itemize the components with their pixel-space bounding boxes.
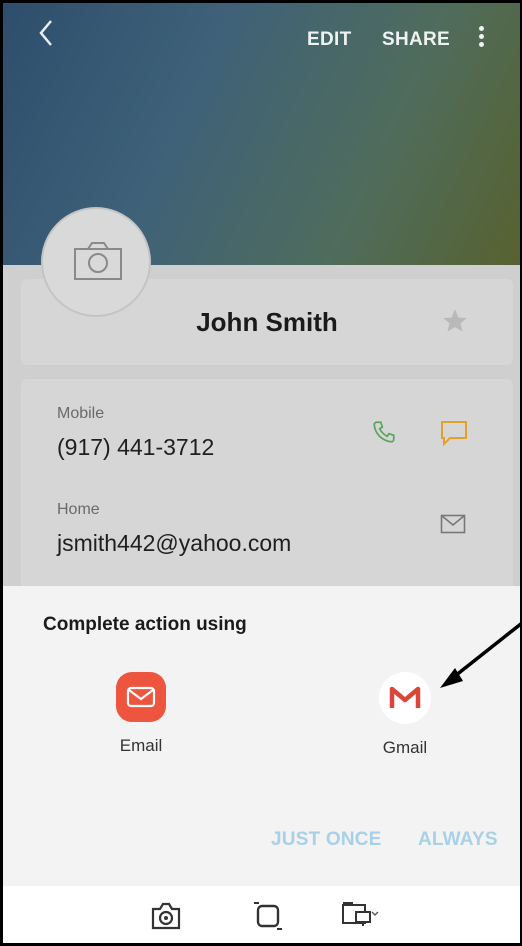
mobile-number[interactable]: (917) 441-3712 bbox=[57, 434, 214, 461]
recents-square-icon bbox=[254, 902, 282, 930]
camera-icon bbox=[74, 242, 122, 280]
message-button[interactable] bbox=[439, 419, 469, 452]
mobile-label: Mobile bbox=[57, 405, 105, 422]
call-button[interactable] bbox=[371, 419, 397, 450]
gmail-app-option[interactable]: Gmail bbox=[363, 672, 447, 758]
email-app-label: Email bbox=[119, 736, 163, 755]
home-label: Home bbox=[57, 501, 100, 518]
contact-photo-button[interactable] bbox=[41, 207, 151, 317]
email-app-icon bbox=[116, 672, 166, 722]
just-once-button[interactable]: JUST ONCE bbox=[271, 829, 382, 851]
back-chevron-icon bbox=[39, 20, 52, 46]
envelope-icon bbox=[440, 514, 466, 534]
bottom-toolbar bbox=[3, 886, 520, 943]
device-switch-button[interactable] bbox=[340, 900, 380, 935]
capture-button[interactable] bbox=[149, 900, 183, 937]
email-action-button[interactable] bbox=[440, 514, 466, 539]
favorite-star-button[interactable] bbox=[441, 307, 469, 340]
phone-icon bbox=[373, 421, 395, 443]
device-switch-icon bbox=[342, 902, 379, 926]
more-options-button[interactable] bbox=[471, 23, 491, 53]
email-app-option[interactable]: Email bbox=[99, 672, 183, 756]
back-button[interactable] bbox=[36, 17, 76, 57]
more-vertical-icon bbox=[471, 26, 491, 47]
sheet-title: Complete action using bbox=[43, 614, 247, 635]
gmail-app-label: Gmail bbox=[382, 738, 428, 757]
message-icon bbox=[441, 421, 467, 447]
always-button[interactable]: ALWAYS bbox=[418, 829, 498, 851]
recents-button[interactable] bbox=[251, 900, 285, 937]
gmail-app-icon bbox=[379, 672, 431, 724]
contact-details-card: Mobile (917) 441-3712 Home jsmith442@yah… bbox=[21, 379, 513, 599]
camera-capture-icon bbox=[151, 902, 181, 930]
star-icon bbox=[443, 309, 467, 332]
home-email[interactable]: jsmith442@yahoo.com bbox=[57, 530, 291, 557]
complete-action-sheet: Complete action using Email Gmail JUST O… bbox=[3, 586, 520, 886]
share-button[interactable]: SHARE bbox=[382, 29, 450, 51]
edit-button[interactable]: EDIT bbox=[307, 29, 351, 51]
screen: EDIT SHARE John Smith Mobile (917) 441-3… bbox=[0, 0, 522, 946]
